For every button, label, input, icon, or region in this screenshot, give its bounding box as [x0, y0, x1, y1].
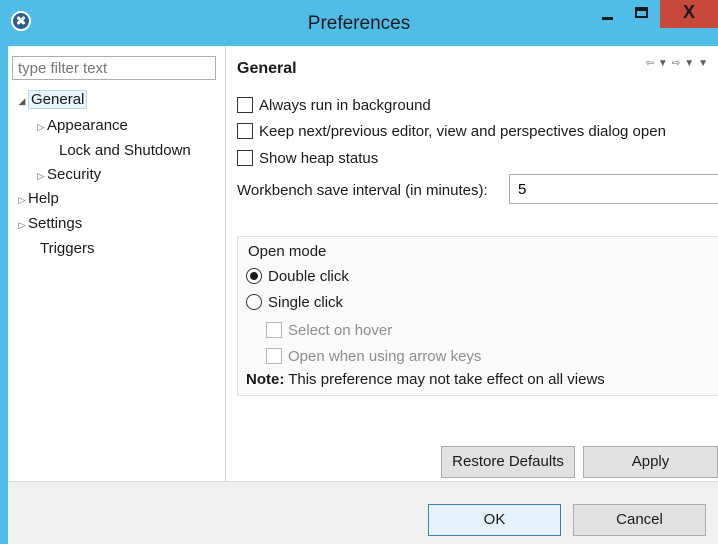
minimize-button[interactable] [591, 0, 623, 28]
tree-item-label: Appearance [47, 117, 128, 134]
tree-item-label: General [28, 90, 88, 109]
dialog-button-bar: OK Cancel [8, 481, 718, 544]
tree-item-settings[interactable]: ▷ Settings [16, 212, 83, 237]
keep-dialog-open-checkbox[interactable]: Keep next/previous editor, view and pers… [237, 122, 666, 144]
checkbox-box[interactable] [237, 123, 253, 139]
forward-menu-icon[interactable]: ▼ [684, 58, 698, 69]
tree-item-label: Settings [28, 215, 83, 232]
view-menu-icon[interactable]: ▼ [698, 58, 712, 69]
page-navigation: ⇦▼⇨▼▼ [646, 58, 713, 69]
radio-label: Single click [268, 294, 344, 311]
single-click-radio[interactable]: Single click [246, 293, 343, 315]
expanded-triangle-icon[interactable]: ◢ [16, 89, 28, 113]
maximize-icon [635, 7, 648, 18]
tree-item-triggers[interactable]: Triggers [40, 237, 94, 261]
ok-button[interactable]: OK [428, 504, 561, 536]
checkbox-box[interactable] [237, 97, 253, 113]
checkbox-label: Show heap status [259, 150, 379, 167]
checkbox-label: Always run in background [259, 97, 431, 114]
back-arrow-icon[interactable]: ⇦ [646, 58, 658, 69]
restore-defaults-button[interactable]: Restore Defaults [441, 446, 575, 478]
save-interval-input[interactable] [509, 174, 718, 204]
checkbox-label: Keep next/previous editor, view and pers… [259, 123, 666, 140]
select-on-hover-checkbox[interactable]: Select on hover [266, 321, 392, 343]
close-button[interactable]: X [660, 0, 718, 28]
note-prefix: Note: [246, 371, 285, 388]
apply-button[interactable]: Apply [583, 446, 718, 478]
preference-tree-pane: ◢General ▷Appearance Lock and Shutdown ▷… [8, 46, 226, 481]
checkbox-label: Open when using arrow keys [288, 348, 482, 365]
tree-item-label: Help [28, 190, 59, 207]
checkbox-box[interactable] [266, 348, 282, 364]
preference-page: General ⇦▼⇨▼▼ Always run in background K… [227, 46, 718, 481]
open-mode-group: Open mode Double click Single click Sele… [237, 236, 718, 396]
dialog-client-area: ◢General ▷Appearance Lock and Shutdown ▷… [8, 46, 718, 544]
radio-button[interactable] [246, 294, 262, 310]
title-bar: Preferences X [0, 0, 718, 46]
radio-label: Double click [268, 268, 349, 285]
tree-item-label: Security [47, 166, 102, 183]
page-title: General [237, 60, 297, 77]
checkbox-box[interactable] [266, 322, 282, 338]
tree-item-security[interactable]: ▷ Security [35, 163, 102, 188]
back-menu-icon[interactable]: ▼ [658, 58, 672, 69]
checkbox-box[interactable] [237, 150, 253, 166]
minimize-icon [602, 17, 613, 20]
open-with-arrow-keys-checkbox[interactable]: Open when using arrow keys [266, 347, 481, 369]
tree-item-help[interactable]: ▷ Help [16, 187, 59, 211]
cancel-button[interactable]: Cancel [573, 504, 706, 536]
show-heap-status-checkbox[interactable]: Show heap status [237, 149, 378, 171]
double-click-radio[interactable]: Double click [246, 267, 349, 289]
collapsed-triangle-icon[interactable]: ▷ [16, 188, 28, 212]
collapsed-triangle-icon[interactable]: ▷ [35, 164, 47, 188]
forward-arrow-icon[interactable]: ⇨ [672, 58, 684, 69]
maximize-button[interactable] [625, 0, 658, 28]
tree-item-general[interactable]: ◢ General [16, 88, 88, 113]
always-run-in-background-checkbox[interactable]: Always run in background [237, 96, 431, 118]
open-mode-note: Note: This preference may not take effec… [246, 371, 605, 388]
checkbox-label: Select on hover [288, 322, 393, 339]
tree-item-appearance[interactable]: ▷ Appearance [35, 114, 128, 138]
open-mode-label: Open mode [248, 243, 327, 260]
collapsed-triangle-icon[interactable]: ▷ [35, 115, 47, 139]
note-text: This preference may not take effect on a… [284, 371, 605, 388]
radio-button[interactable] [246, 268, 262, 284]
save-interval-label: Workbench save interval (in minutes): [237, 182, 488, 199]
collapsed-triangle-icon[interactable]: ▷ [16, 213, 28, 237]
close-icon: X [682, 2, 695, 22]
tree-item-label: Lock and Shutdown [59, 142, 191, 159]
preferences-window: Preferences X ◢General ▷Appearance Lock … [0, 0, 718, 544]
tree-item-label: Triggers [40, 240, 95, 257]
tree-item-lock-and-shutdown[interactable]: Lock and Shutdown [59, 139, 191, 163]
filter-input[interactable] [12, 56, 216, 80]
